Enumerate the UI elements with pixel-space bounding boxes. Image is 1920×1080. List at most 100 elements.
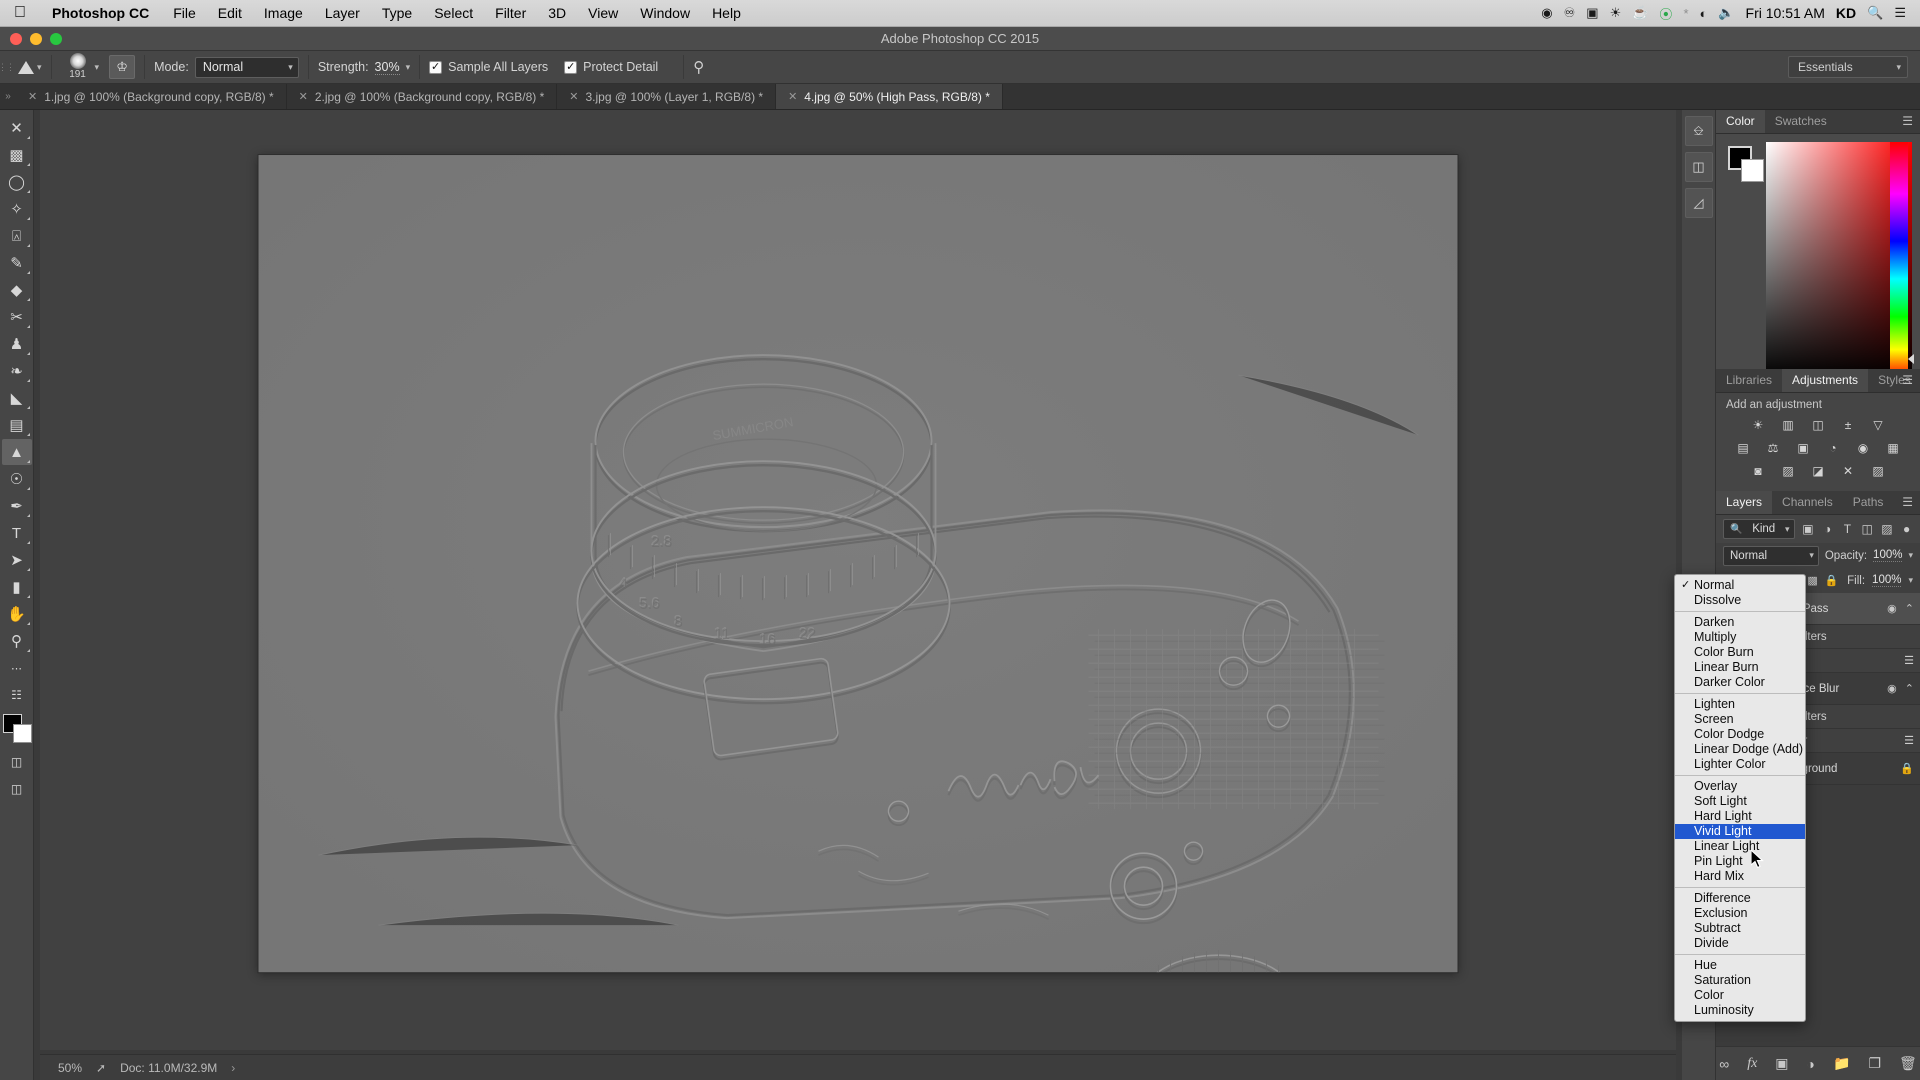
document-tab-4-active[interactable]: ✕ 4.jpg @ 50% (High Pass, RGB/8) * — [776, 84, 1003, 109]
threshold-icon[interactable]: ◪ — [1809, 462, 1828, 479]
chevron-down-icon[interactable]: ▾ — [1908, 575, 1913, 586]
tool-sharpen[interactable]: ▲ — [1, 439, 32, 465]
strength-field[interactable]: 30% ▾ — [374, 60, 411, 75]
document-tab-2[interactable]: ✕ 2.jpg @ 100% (Background copy, RGB/8) … — [286, 84, 558, 109]
channel-mixer-icon[interactable]: ◉ — [1854, 439, 1873, 456]
menu-select[interactable]: Select — [423, 5, 484, 21]
smart-object-icon[interactable]: ◉ — [1887, 602, 1897, 615]
volume-icon[interactable]: 🔈 — [1718, 5, 1734, 21]
panel-menu-icon[interactable]: ☰ — [1902, 496, 1913, 508]
invert-icon[interactable]: ◙ — [1749, 462, 1768, 479]
filter-shape-icon[interactable]: ◫ — [1861, 522, 1874, 536]
options-bar-grip[interactable]: ⋮⋮ — [0, 51, 15, 83]
tool-history-brush[interactable]: ❧ — [2, 358, 32, 384]
blend-mode-dropdown-menu[interactable]: Normal Dissolve Darken Multiply Color Bu… — [1674, 574, 1806, 1022]
tool-clone-stamp[interactable]: ♟ — [2, 331, 32, 357]
tool-lasso[interactable]: ◯ — [2, 169, 32, 195]
blend-option-dissolve[interactable]: Dissolve — [1675, 593, 1805, 608]
layer-filter-kind-select[interactable]: 🔍 Kind ▾ — [1723, 519, 1795, 539]
photo-filter-icon[interactable]: ◔ — [1824, 439, 1843, 456]
blend-option-hard-mix[interactable]: Hard Mix — [1675, 869, 1805, 884]
curves-icon[interactable]: ◫ — [1809, 416, 1828, 433]
blend-option-divide[interactable]: Divide — [1675, 936, 1805, 951]
image-canvas[interactable]: 2.8 4 5.6 8 11 16 22 2.8 4 5.6 8 11 16 22 SUMM… — [258, 155, 1458, 973]
mode-select[interactable]: Normal ▾ — [194, 56, 299, 78]
menu-edit[interactable]: Edit — [207, 5, 253, 21]
menubar-app-name[interactable]: Photoshop CC — [39, 5, 162, 21]
share-icon[interactable]: ➚ — [96, 1061, 106, 1075]
backup-icon[interactable]: ☀ — [1610, 5, 1622, 21]
blend-option-darken[interactable]: Darken — [1675, 615, 1805, 630]
blend-option-color[interactable]: Color — [1675, 988, 1805, 1003]
blend-option-screen[interactable]: Screen — [1675, 712, 1805, 727]
tool-gradient[interactable]: ▤ — [2, 412, 32, 438]
brush-preset-chevron-down-icon[interactable]: ▾ — [95, 62, 100, 73]
blend-option-linear-light[interactable]: Linear Light — [1675, 839, 1805, 854]
tool-dodge[interactable]: ☉ — [2, 466, 32, 492]
status-expand-arrow-icon[interactable]: › — [231, 1061, 235, 1075]
fill-value[interactable]: 100% — [1872, 574, 1902, 587]
filter-settings-icon[interactable]: ☰ — [1904, 734, 1914, 747]
apple-logo-icon[interactable]:  — [0, 5, 39, 21]
delete-layer-icon[interactable]: 🗑 — [1899, 1055, 1917, 1072]
brush-settings-icon[interactable]: ⚲ — [693, 58, 704, 76]
black-white-icon[interactable]: ▣ — [1794, 439, 1813, 456]
menu-layer[interactable]: Layer — [314, 5, 371, 21]
color-swatches[interactable] — [1728, 146, 1764, 182]
blend-option-vivid-light[interactable]: Vivid Light — [1675, 824, 1805, 839]
menu-help[interactable]: Help — [701, 5, 752, 21]
close-icon[interactable]: ✕ — [28, 90, 37, 103]
tool-type[interactable]: T — [2, 520, 32, 546]
properties-panel-icon[interactable]: ◿ — [1684, 188, 1713, 218]
close-icon[interactable]: ✕ — [299, 90, 308, 103]
wifi-icon[interactable]: ◐ — [1700, 6, 1708, 21]
list-icon[interactable]: ☰ — [1894, 5, 1906, 21]
chevron-up-icon[interactable]: ⌃ — [1905, 682, 1914, 695]
new-group-icon[interactable]: 📁 — [1833, 1055, 1850, 1072]
color-balance-icon[interactable]: ⚖ — [1764, 439, 1783, 456]
menu-view[interactable]: View — [577, 5, 629, 21]
background-color-swatch[interactable] — [1741, 159, 1764, 182]
browser-icon[interactable]: ⦿ — [1659, 4, 1672, 23]
close-icon[interactable]: ✕ — [788, 90, 797, 103]
tab-swatches[interactable]: Swatches — [1765, 110, 1837, 133]
tool-eyedropper[interactable]: ✎ — [2, 250, 32, 276]
color-lookup-icon[interactable]: ▦ — [1884, 439, 1903, 456]
vibrance-icon[interactable]: ▽ — [1869, 416, 1888, 433]
exposure-icon[interactable]: ± — [1839, 416, 1858, 433]
new-layer-icon[interactable]: ❐ — [1868, 1055, 1881, 1072]
blend-option-lighten[interactable]: Lighten — [1675, 697, 1805, 712]
smart-object-icon[interactable]: ◉ — [1887, 682, 1897, 695]
blend-option-hard-light[interactable]: Hard Light — [1675, 809, 1805, 824]
menu-window[interactable]: Window — [629, 5, 701, 21]
new-adjustment-layer-icon[interactable]: ◑ — [1807, 1056, 1815, 1072]
tool-rectangular-marquee[interactable]: ▩ — [2, 142, 32, 168]
chevron-down-icon[interactable]: ▾ — [406, 62, 411, 73]
hue-slider[interactable] — [1890, 142, 1908, 378]
menu-3d[interactable]: 3D — [537, 5, 577, 21]
gradient-map-icon[interactable]: ✕ — [1839, 462, 1858, 479]
tab-layers[interactable]: Layers — [1716, 491, 1773, 514]
blend-option-normal[interactable]: Normal — [1675, 578, 1805, 593]
3d-panel-icon[interactable]: ◫ — [1684, 152, 1713, 182]
filter-type-icon[interactable]: T — [1841, 522, 1854, 536]
tab-bar-grip[interactable]: » — [0, 84, 16, 109]
tab-adjustments[interactable]: Adjustments — [1782, 369, 1869, 392]
tool-eraser[interactable]: ◣ — [2, 385, 32, 411]
posterize-icon[interactable]: ▨ — [1779, 462, 1798, 479]
dropbox-icon[interactable]: ◉ — [1541, 5, 1552, 21]
screen-record-icon[interactable]: ▣ — [1586, 5, 1598, 21]
filter-settings-icon[interactable]: ☰ — [1904, 654, 1914, 667]
active-tool-preset[interactable]: ▾ — [12, 60, 42, 74]
tool-move[interactable]: ✕ — [2, 115, 32, 141]
tool-quick-selection[interactable]: ✧ — [2, 196, 32, 222]
tool-rectangle-shape[interactable]: ▮ — [2, 574, 32, 600]
menubar-user[interactable]: KD — [1836, 5, 1856, 21]
selective-color-icon[interactable]: ▨ — [1869, 462, 1888, 479]
document-tab-3[interactable]: ✕ 3.jpg @ 100% (Layer 1, RGB/8) * — [557, 84, 777, 109]
add-layer-mask-icon[interactable]: ▣ — [1775, 1055, 1788, 1072]
filter-toggle-icon[interactable]: ● — [1900, 522, 1913, 536]
tool-spot-healing-brush[interactable]: ◆ — [2, 277, 32, 303]
screen-mode-icon[interactable]: ◫ — [2, 776, 32, 802]
filter-adjustment-icon[interactable]: ◑ — [1821, 522, 1834, 536]
